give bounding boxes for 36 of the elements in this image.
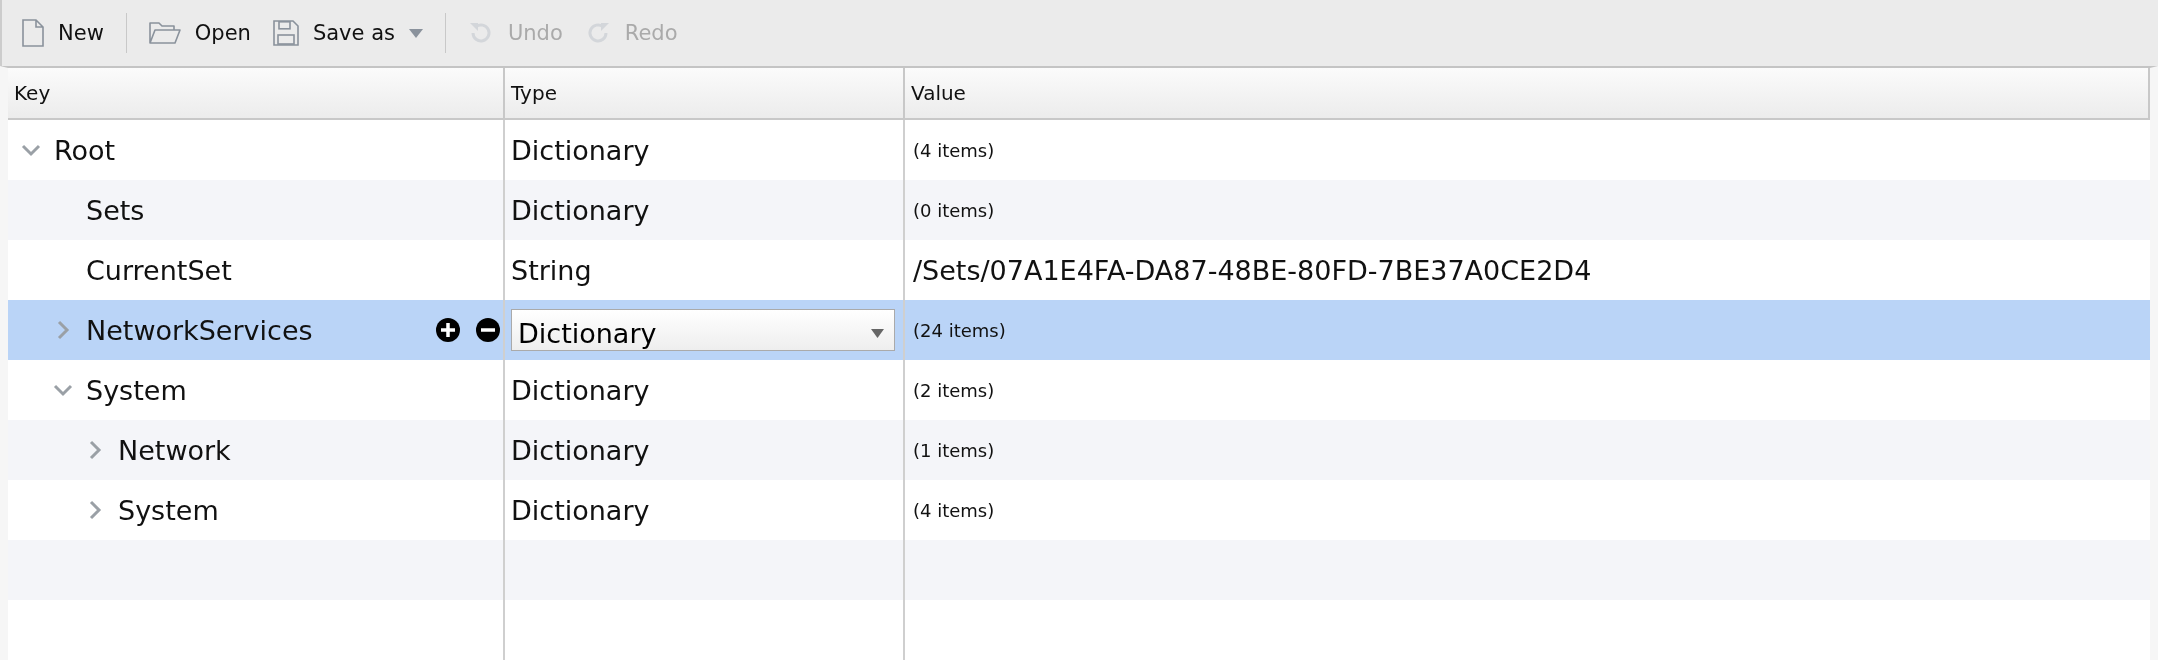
column-header[interactable]: Key <box>8 68 505 118</box>
type-text: Dictionary <box>511 434 650 466</box>
type-text: Dictionary <box>511 194 650 226</box>
key-text: NetworkServices <box>86 314 314 346</box>
caret-icon <box>408 28 423 38</box>
key-text: Root <box>54 134 117 166</box>
tree-row[interactable]: Network Dictionary (1 items) <box>8 420 2150 480</box>
type-text: Dictionary <box>511 134 650 166</box>
document-icon <box>22 19 44 47</box>
type-text: Dictionary <box>511 374 650 406</box>
value-text: /Sets/07A1E4FA-DA87-48BE-80FD-7BE37A0CE2D4 <box>913 254 1592 286</box>
type-text: String <box>511 254 592 286</box>
toolbar-button[interactable]: Save as <box>264 14 431 52</box>
item-count: (2 items) <box>913 379 995 401</box>
toolbar-button[interactable]: New <box>14 13 112 53</box>
column-header[interactable]: Type <box>505 68 905 118</box>
tree-row[interactable]: Sets Dictionary (0 items) <box>8 180 2150 240</box>
folder-icon <box>148 21 181 45</box>
tree-row[interactable]: NetworkServices Dictionary (24 items) <box>8 300 2150 360</box>
type-dropdown[interactable]: Dictionary <box>511 309 895 351</box>
key-text: CurrentSet <box>86 254 233 286</box>
key-text: Sets <box>86 194 146 226</box>
key-text: System <box>86 374 188 406</box>
column-header[interactable]: Value <box>905 68 2150 118</box>
add-icon[interactable] <box>435 317 461 343</box>
toolbar-button[interactable]: Open <box>140 15 259 51</box>
remove-icon[interactable] <box>475 317 501 343</box>
type-text: Dictionary <box>511 494 650 526</box>
item-count: (0 items) <box>913 199 995 221</box>
caret-icon <box>871 328 884 338</box>
key-text: Network <box>118 434 232 466</box>
key-text: System <box>118 494 220 526</box>
item-count: (1 items) <box>913 439 995 461</box>
item-count: (4 items) <box>913 139 995 161</box>
item-count: (24 items) <box>913 319 1006 341</box>
item-count: (4 items) <box>913 499 995 521</box>
